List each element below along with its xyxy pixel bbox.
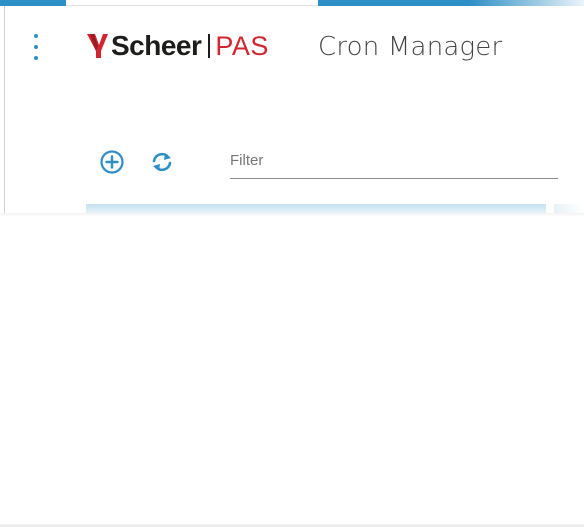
scheer-logo-icon xyxy=(87,34,108,58)
filter-input[interactable] xyxy=(230,145,558,175)
panel-shadow xyxy=(0,213,584,217)
refresh-icon xyxy=(152,152,172,172)
menu-dot xyxy=(34,34,38,38)
table-header xyxy=(86,204,546,213)
add-circle-icon xyxy=(100,150,124,174)
brand-suffix: PAS xyxy=(215,31,269,61)
add-button[interactable] xyxy=(99,149,125,175)
table-header-edge xyxy=(554,204,584,213)
brand-separator xyxy=(208,34,211,58)
brand-name: Scheer xyxy=(111,30,202,61)
more-vertical-icon[interactable] xyxy=(28,34,44,60)
filter-field[interactable] xyxy=(230,145,558,179)
refresh-button[interactable] xyxy=(148,149,176,175)
panel-border xyxy=(4,6,5,213)
menu-dot xyxy=(34,56,38,60)
brand-logo: Scheer PAS xyxy=(87,30,269,62)
page-title: Cron Manager xyxy=(318,32,503,62)
menu-dot xyxy=(34,45,38,49)
